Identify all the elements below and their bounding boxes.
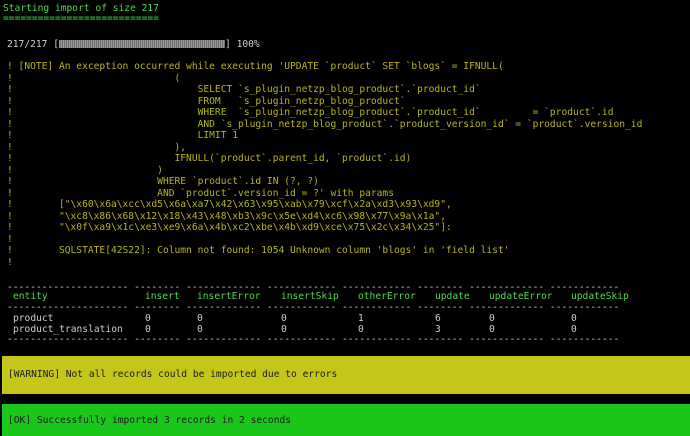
- error-line: ! [NOTE] An exception occurred while exe…: [7, 61, 504, 72]
- error-line: ! "\xc8\x86\x68\x12\x18\x43\x48\xb3\x9c\…: [7, 210, 446, 222]
- error-line: ! ["\x60\x6a\xcc\xd5\x6a\xa7\x42\x63\x95…: [7, 199, 452, 210]
- title-underline: ===========================: [3, 13, 159, 24]
- column-header: insertSkip: [281, 291, 339, 302]
- progress-bar: [59, 40, 225, 48]
- success-banner: [OK] Successfully imported 3 records in …: [2, 404, 690, 436]
- progress-percent: 100%: [236, 39, 260, 50]
- error-line: ! SELECT `s_plugin_netzp_blog_product`.`…: [7, 84, 481, 95]
- warning-text: [WARNING] Not all records could be impor…: [8, 369, 338, 380]
- error-line: ! (: [7, 72, 181, 84]
- progress-count: 217/217: [7, 39, 48, 50]
- error-line: ! FROM `s_plugin_netzp_blog_product`: [7, 95, 406, 107]
- column-header: updateSkip: [571, 291, 629, 302]
- error-line: ! ): [7, 164, 163, 176]
- error-line: ! SQLSTATE[42S22]: Column not found: 105…: [7, 245, 510, 256]
- warning-banner: [WARNING] Not all records could be impor…: [2, 356, 690, 394]
- progress-line: 217/217 [] 100%: [7, 39, 260, 51]
- error-line: ! AND `s_plugin_netzp_blog_product`.`pro…: [7, 118, 643, 130]
- table-cell: 0: [197, 313, 203, 324]
- column-header: update: [435, 291, 470, 302]
- error-line: ! IFNULL(`product`.parent_id, `product`.…: [7, 153, 412, 164]
- table-cell: 1: [358, 313, 364, 324]
- error-line: !: [7, 256, 13, 268]
- column-header: otherError: [358, 291, 416, 302]
- table-cell: 0: [145, 313, 151, 324]
- table-rule-bottom: --------------------- -------- ---------…: [7, 334, 620, 345]
- error-line: ! WHERE `product`.id IN (?, ?): [7, 176, 319, 187]
- error-line: !: [7, 233, 13, 245]
- progress-bracket-right: ]: [225, 39, 231, 50]
- table-cell: 0: [281, 313, 287, 324]
- table-cell: 0: [571, 313, 577, 324]
- column-header: updateError: [489, 291, 553, 302]
- table-cell: product: [13, 313, 54, 324]
- table-rule-mid: --------------------- -------- ---------…: [7, 302, 620, 313]
- terminal-window: Starting import of size 217 ============…: [0, 0, 690, 436]
- table-cell: 0: [489, 313, 495, 324]
- error-line: ! LIMIT 1: [7, 130, 239, 141]
- error-line: ! AND `product`.version_id = ?' with par…: [7, 187, 394, 199]
- success-text: [OK] Successfully imported 3 records in …: [8, 415, 292, 426]
- column-header: insertError: [197, 291, 261, 302]
- column-header: entity: [13, 291, 48, 302]
- column-header: insert: [145, 291, 180, 302]
- error-line: ! "\x0f\xa9\x1c\xe3\xe9\x6a\x4b\xc2\xbe\…: [7, 222, 452, 233]
- error-line: ! ),: [7, 141, 187, 153]
- table-cell: 6: [435, 313, 441, 324]
- error-line: ! WHERE `s_plugin_netzp_blog_product`.`p…: [7, 107, 614, 118]
